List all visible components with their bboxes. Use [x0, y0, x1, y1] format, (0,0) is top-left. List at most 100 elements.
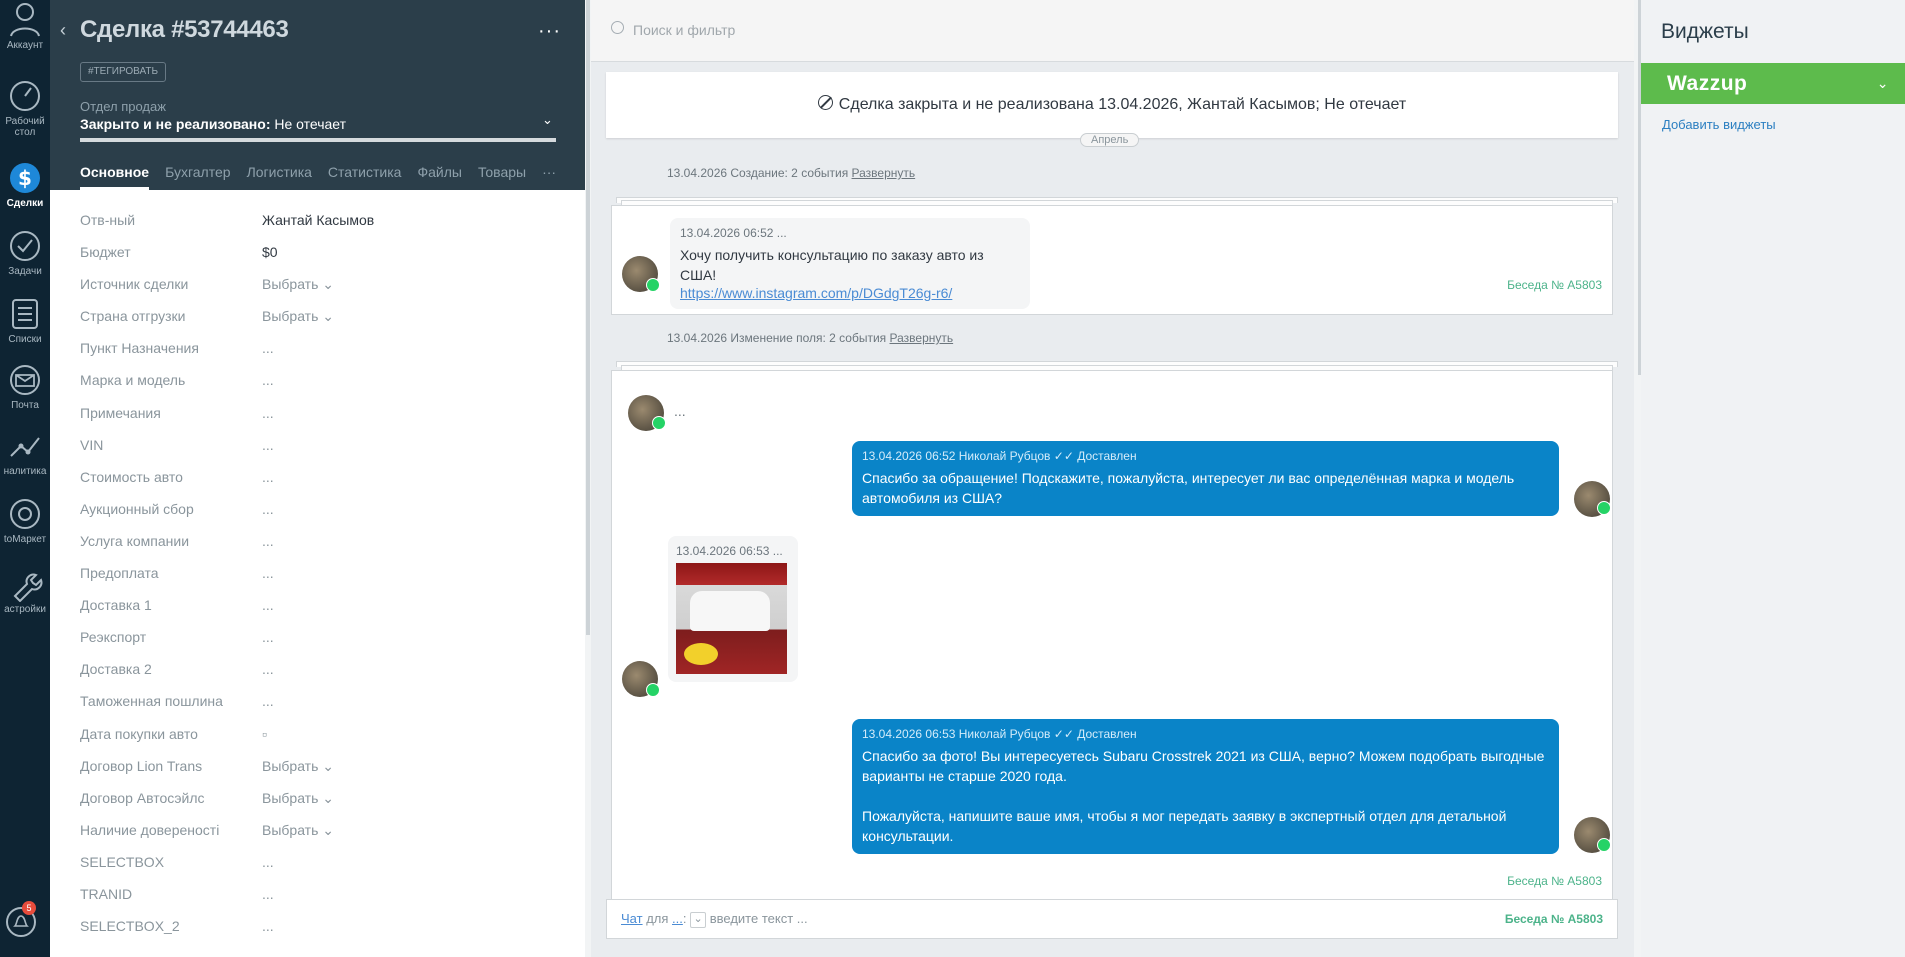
- field-label: VIN: [80, 436, 104, 453]
- field-value[interactable]: ...: [262, 629, 274, 645]
- lists-icon: [12, 299, 38, 329]
- deal-fields: Отв-ный Жантай Касымов Бюджет $0 Источник …: [80, 210, 570, 948]
- tag-button[interactable]: #ТЕГИРОВАТЬ: [80, 62, 167, 82]
- field-value[interactable]: ...: [262, 469, 274, 485]
- nav-analytics[interactable]: налитика: [0, 428, 50, 477]
- field-label: Стоимость авто: [80, 468, 183, 485]
- analytics-icon: [10, 437, 40, 457]
- tab-more[interactable]: ···: [542, 164, 556, 190]
- search-input[interactable]: Поиск и фильтр: [633, 22, 735, 38]
- field-value[interactable]: Выбрать ⌄: [262, 822, 334, 839]
- back-icon[interactable]: ‹: [60, 20, 66, 41]
- tab-main[interactable]: Основное: [80, 164, 150, 190]
- message-link[interactable]: https://www.instagram.com/p/DGdgT26g-r6/: [680, 285, 1020, 301]
- recipient-link[interactable]: ...: [672, 911, 683, 926]
- pipeline-name: Отдел продаж: [80, 99, 166, 114]
- conversation-number[interactable]: Беседа № A5803: [1505, 900, 1603, 938]
- field-value[interactable]: ...: [262, 886, 274, 902]
- message-text: Спасибо за обращение! Подскажите, пожалу…: [862, 470, 1515, 506]
- car-photo[interactable]: [676, 563, 787, 674]
- chat-type-link[interactable]: Чат: [621, 911, 643, 926]
- event-text: 13.04.2026 Создание: 2 события: [667, 166, 852, 180]
- nav-settings-label: астройки: [4, 604, 46, 615]
- field-label: Примечания: [80, 404, 161, 421]
- chevron-down-icon[interactable]: ⌄: [690, 911, 707, 928]
- expand-link[interactable]: Развернуть: [852, 166, 916, 180]
- field-label: Таможенная пошлина: [80, 693, 223, 710]
- field-row: Договор Lion Trans Выбрать ⌄: [80, 756, 570, 788]
- field-row: TRANID...: [80, 884, 570, 916]
- field-value[interactable]: Выбрать ⌄: [262, 308, 334, 325]
- chevron-down-icon[interactable]: ⌄: [542, 112, 553, 128]
- field-value[interactable]: ...: [262, 918, 274, 934]
- nav-mail[interactable]: Почта: [0, 362, 50, 411]
- event-summary: 13.04.2026 Создание: 2 события Развернут…: [667, 166, 915, 180]
- field-label: Пункт Назначения: [80, 340, 199, 357]
- field-row: VIN...: [80, 435, 570, 467]
- tab-products[interactable]: Товары: [478, 164, 526, 190]
- wazzup-widget[interactable]: Wazzup ⌄: [1641, 63, 1905, 104]
- field-value[interactable]: Выбрать ⌄: [262, 276, 334, 293]
- event-text: 13.04.2026 Изменение поля: 2 события: [667, 331, 890, 345]
- field-row: Услуга компании...: [80, 531, 570, 563]
- field-value[interactable]: ...: [262, 533, 274, 549]
- tab-files[interactable]: Файлы: [417, 164, 461, 190]
- field-label: SELECTBOX_2: [80, 918, 180, 935]
- input-placeholder[interactable]: введите текст ...: [710, 911, 808, 926]
- field-value[interactable]: ...: [262, 565, 274, 581]
- field-label: Доставка 1: [80, 597, 152, 614]
- field-value[interactable]: Выбрать ⌄: [262, 758, 334, 775]
- conversation-number[interactable]: Беседа № A5803: [1507, 278, 1602, 292]
- field-value[interactable]: ...: [262, 437, 274, 453]
- conversation-card: ... 13.04.2026 06:52 Николай Рубцов ✓✓ Д…: [611, 370, 1613, 900]
- nav-deals-label: Сделки: [6, 198, 44, 209]
- conversation-number[interactable]: Беседа № A5803: [1507, 874, 1602, 888]
- field-row: Предоплата...: [80, 563, 570, 595]
- nav-deals[interactable]: $ Сделки: [0, 160, 50, 209]
- field-row: Реэкспорт...: [80, 627, 570, 659]
- field-row: Стоимость авто...: [80, 467, 570, 499]
- field-row: Дата покупки авто ▫: [80, 724, 570, 756]
- field-value[interactable]: Жантай Касымов: [262, 212, 374, 228]
- tab-accounting[interactable]: Бухгалтер: [165, 164, 230, 190]
- chevron-down-icon[interactable]: ⌄: [1877, 63, 1889, 104]
- status-progress-bar: [80, 138, 556, 142]
- field-value[interactable]: ...: [262, 693, 274, 709]
- field-value[interactable]: ...: [262, 340, 274, 356]
- field-value[interactable]: ...: [262, 501, 274, 517]
- field-value[interactable]: $0: [262, 244, 278, 260]
- field-value[interactable]: ...: [262, 661, 274, 677]
- nav-dashboard[interactable]: Рабочий стол: [0, 78, 50, 138]
- tab-logistics[interactable]: Логистика: [247, 164, 312, 190]
- field-value[interactable]: Выбрать ⌄: [262, 790, 334, 807]
- field-row: Доставка 2...: [80, 659, 570, 691]
- deal-title[interactable]: Сделка #53744463: [80, 16, 289, 44]
- tab-statistics[interactable]: Статистика: [328, 164, 402, 190]
- field-value[interactable]: ...: [262, 405, 274, 421]
- widgets-panel: Виджеты Wazzup ⌄ Добавить виджеты: [1641, 0, 1905, 957]
- add-widgets-link[interactable]: Добавить виджеты: [1662, 117, 1776, 132]
- nav-tasks[interactable]: Задачи: [0, 228, 50, 277]
- field-value[interactable]: ...: [262, 372, 274, 388]
- more-icon[interactable]: ···: [538, 20, 561, 43]
- expand-link[interactable]: Развернуть: [890, 331, 954, 345]
- event-summary: 13.04.2026 Изменение поля: 2 события Раз…: [667, 331, 953, 345]
- tasks-icon: [10, 231, 40, 261]
- field-label: Наличие довереності: [80, 821, 220, 838]
- typing-indicator: ...: [674, 403, 686, 419]
- field-row: Марка и модель...: [80, 370, 570, 402]
- field-value[interactable]: ...: [262, 597, 274, 613]
- calendar-icon[interactable]: ▫: [262, 726, 267, 742]
- nav-market[interactable]: tоМаркет: [0, 496, 50, 545]
- status-select[interactable]: Закрыто и не реализовано: Не отечает: [80, 116, 346, 132]
- nav-lists[interactable]: Списки: [0, 296, 50, 345]
- nav-account[interactable]: Аккаунт: [0, 2, 50, 51]
- field-value[interactable]: ...: [262, 854, 274, 870]
- message-input[interactable]: Чат для ...: ⌄ введите текст ... Беседа №…: [606, 899, 1618, 939]
- nav-settings[interactable]: астройки: [0, 566, 50, 615]
- field-label: Дата покупки авто: [80, 725, 198, 742]
- widgets-title: Виджеты: [1661, 20, 1749, 43]
- search-bar[interactable]: Поиск и фильтр: [591, 0, 1634, 62]
- month-divider: Апрель: [1080, 133, 1140, 147]
- scrollbar-thumb[interactable]: [586, 0, 590, 635]
